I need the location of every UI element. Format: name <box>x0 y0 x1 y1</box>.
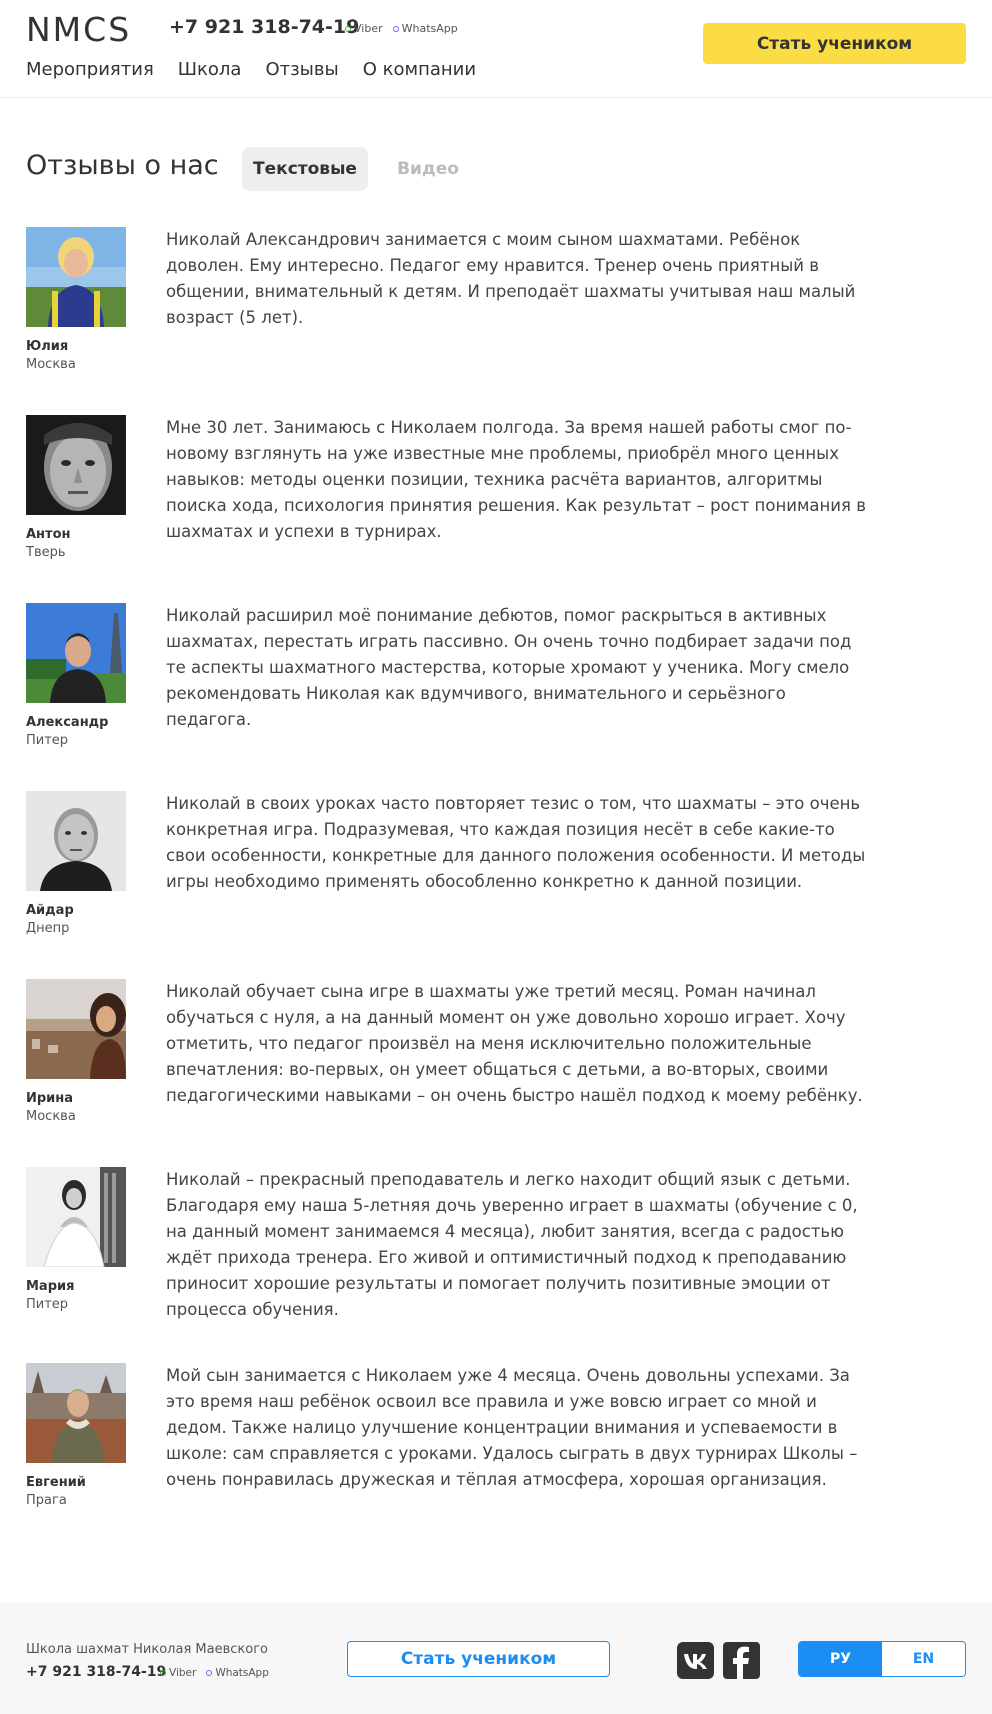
reviewer-city: Днепр <box>26 921 70 936</box>
footer-viber-link[interactable]: Viber <box>160 1667 196 1679</box>
footer-messengers: Viber WhatsApp <box>160 1667 269 1679</box>
reviewer-name: Антон <box>26 527 71 542</box>
language-switcher: РУ EN <box>798 1641 966 1677</box>
review-item: Юлия Москва Николай Александрович занима… <box>0 227 992 415</box>
footer-phone[interactable]: +7 921 318-74-19 <box>26 1664 166 1680</box>
reviewer-city: Питер <box>26 733 69 748</box>
reviewer-city: Прага <box>26 1493 67 1508</box>
viber-icon <box>345 25 351 32</box>
review-text: Мой сын занимается с Николаем уже 4 меся… <box>166 1366 858 1489</box>
viber-label: Viber <box>354 22 383 35</box>
avatar <box>26 415 126 515</box>
nav-item-school[interactable]: Школа <box>178 59 242 80</box>
avatar <box>26 791 126 891</box>
reviewer-name: Юлия <box>26 339 69 354</box>
reviewer-city: Москва <box>26 1109 76 1124</box>
reviewer-city: Москва <box>26 357 76 372</box>
avatar <box>26 979 126 1079</box>
whatsapp-icon <box>392 25 399 32</box>
review-item: Айдар Днепр Николай в своих уроках часто… <box>0 791 992 979</box>
site-header: NMCS +7 921 318-74-19 Viber WhatsApp Мер… <box>0 0 992 98</box>
reviews-list: Юлия Москва Николай Александрович занима… <box>0 227 992 1551</box>
review-text: Николай в своих уроках часто повторяет т… <box>166 794 866 891</box>
whatsapp-link[interactable]: WhatsApp <box>392 22 458 35</box>
review-text: Николай расширил моё понимание дебютов, … <box>166 606 852 729</box>
lang-ru[interactable]: РУ <box>799 1642 882 1676</box>
avatar <box>26 1363 126 1463</box>
whatsapp-label: WhatsApp <box>215 1667 269 1679</box>
footer-school-name: Школа шахмат Николая Маевского <box>26 1642 268 1657</box>
review-text: Николай – прекрасный преподаватель и лег… <box>166 1170 858 1319</box>
reviewer-city: Тверь <box>26 545 66 560</box>
avatar <box>26 227 126 327</box>
header-messengers: Viber WhatsApp <box>345 22 458 35</box>
become-student-button[interactable]: Стать учеником <box>703 23 966 64</box>
tab-video-reviews[interactable]: Видео <box>385 147 471 191</box>
review-item: Александр Питер Николай расширил моё пон… <box>0 603 992 791</box>
reviewer-name: Айдар <box>26 903 74 918</box>
footer-whatsapp-link[interactable]: WhatsApp <box>206 1667 269 1679</box>
nav-item-reviews[interactable]: Отзывы <box>265 59 338 80</box>
nav-item-events[interactable]: Мероприятия <box>26 59 154 80</box>
lang-en[interactable]: EN <box>882 1642 965 1676</box>
review-item: Антон Тверь Мне 30 лет. Занимаюсь с Нико… <box>0 415 992 603</box>
review-text: Мне 30 лет. Занимаюсь с Николаем полгода… <box>166 418 866 541</box>
whatsapp-icon <box>206 1670 213 1676</box>
reviewer-name: Евгений <box>26 1475 86 1490</box>
logo[interactable]: NMCS <box>26 10 131 49</box>
facebook-icon[interactable] <box>723 1642 760 1679</box>
site-footer: Школа шахмат Николая Маевского +7 921 31… <box>0 1603 992 1714</box>
tab-text-reviews[interactable]: Текстовые <box>242 147 368 191</box>
viber-label: Viber <box>169 1667 197 1679</box>
review-item: Евгений Прага Мой сын занимается с Никол… <box>0 1363 992 1551</box>
footer-become-student-button[interactable]: Стать учеником <box>347 1641 610 1677</box>
vk-icon[interactable] <box>677 1642 714 1679</box>
review-item: Мария Питер Николай – прекрасный препода… <box>0 1167 992 1363</box>
avatar <box>26 1167 126 1267</box>
review-item: Ирина Москва Николай обучает сына игре в… <box>0 979 992 1167</box>
nav-item-about[interactable]: О компании <box>363 59 476 80</box>
header-phone[interactable]: +7 921 318-74-19 <box>169 16 359 38</box>
viber-icon <box>160 1670 166 1676</box>
whatsapp-label: WhatsApp <box>401 22 458 35</box>
reviewer-name: Ирина <box>26 1091 74 1106</box>
review-text: Николай Александрович занимается с моим … <box>166 230 856 327</box>
page-title: Отзывы о нас <box>26 150 219 181</box>
reviewer-name: Александр <box>26 715 109 730</box>
reviewer-name: Мария <box>26 1279 75 1294</box>
main-nav: Мероприятия Школа Отзывы О компании <box>26 59 476 80</box>
review-text: Николай обучает сына игре в шахматы уже … <box>166 982 863 1105</box>
reviewer-city: Питер <box>26 1297 69 1312</box>
viber-link[interactable]: Viber <box>345 22 383 35</box>
avatar <box>26 603 126 703</box>
